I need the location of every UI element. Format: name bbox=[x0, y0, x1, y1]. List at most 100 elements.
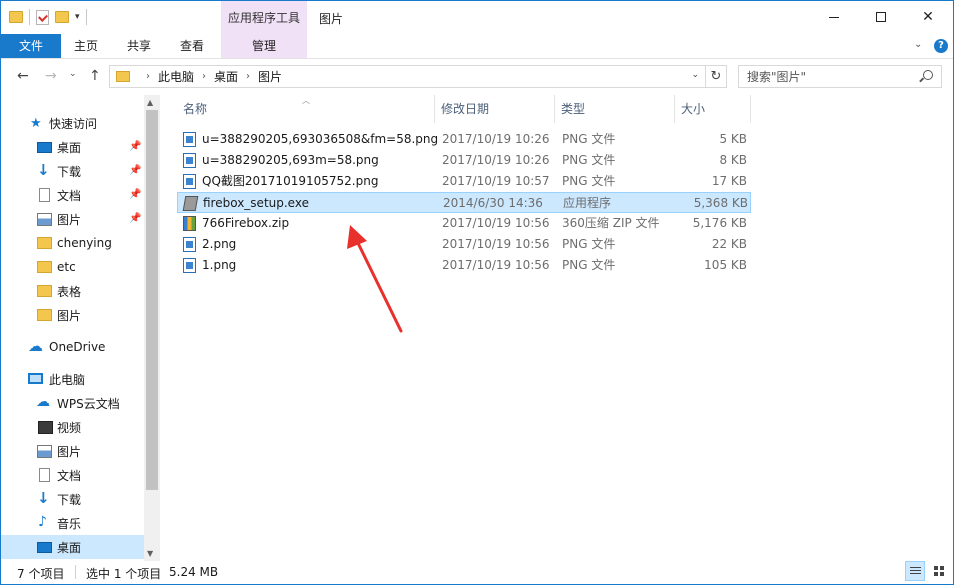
breadcrumb-pictures[interactable]: 图片 bbox=[258, 68, 282, 85]
file-size: 5,176 KB bbox=[692, 216, 747, 230]
table-row[interactable]: u=388290205,693036508&fm=58.png 2017/10/… bbox=[177, 129, 751, 150]
expand-ribbon-icon[interactable]: ⌄ bbox=[914, 39, 922, 50]
sidebar-item-pictures-pinned[interactable]: 图片 📌 bbox=[1, 207, 144, 231]
sidebar-item-music[interactable]: ♪ 音乐 bbox=[1, 511, 144, 535]
up-arrow-icon[interactable]: ↑ bbox=[89, 68, 101, 84]
sidebar-item-label: 下载 bbox=[57, 492, 82, 507]
folder-icon bbox=[37, 237, 52, 249]
music-icon: ♪ bbox=[38, 514, 47, 530]
breadcrumb-chevron-icon[interactable]: › bbox=[202, 71, 206, 82]
recent-locations-icon[interactable]: ⌄ bbox=[69, 69, 77, 79]
table-row[interactable]: 1.png 2017/10/19 10:56 PNG 文件 105 KB bbox=[177, 255, 751, 276]
sidebar-item-pictures[interactable]: 图片 bbox=[1, 439, 144, 463]
pin-icon[interactable]: 📌 bbox=[129, 213, 141, 224]
sidebar-item-this-pc[interactable]: 此电脑 bbox=[1, 367, 144, 391]
tab-file[interactable]: 文件 bbox=[1, 34, 61, 58]
folder-icon bbox=[116, 71, 130, 82]
sidebar-item-label: 桌面 bbox=[57, 540, 82, 555]
sidebar-item-label: etc bbox=[57, 260, 76, 274]
new-folder-icon[interactable] bbox=[55, 11, 69, 23]
column-header-date[interactable]: 修改日期 bbox=[435, 95, 555, 123]
scroll-down-icon[interactable]: ▼ bbox=[147, 549, 153, 558]
refresh-button[interactable]: ↻ bbox=[706, 65, 727, 88]
download-icon: ↓ bbox=[37, 489, 50, 507]
sidebar-item-spreadsheets[interactable]: 表格 bbox=[1, 279, 144, 303]
sidebar-item-desktop-pinned[interactable]: 桌面 📌 bbox=[1, 135, 144, 159]
pin-icon[interactable]: 📌 bbox=[129, 141, 141, 152]
sidebar-item-documents[interactable]: 文档 bbox=[1, 463, 144, 487]
sidebar-item-label: 音乐 bbox=[57, 516, 82, 531]
table-row[interactable]: 2.png 2017/10/19 10:56 PNG 文件 22 KB bbox=[177, 234, 751, 255]
sidebar-item-label: WPS云文档 bbox=[57, 396, 120, 411]
tab-share[interactable]: 共享 bbox=[113, 34, 165, 58]
search-input[interactable] bbox=[747, 66, 917, 87]
sidebar-item-downloads[interactable]: ↓ 下载 bbox=[1, 487, 144, 511]
breadcrumb-chevron-icon[interactable]: › bbox=[146, 71, 150, 82]
quick-access-toolbar: ▾ bbox=[9, 9, 87, 25]
title-bar: ▾ 应用程序工具 图片 ✕ bbox=[1, 1, 953, 34]
folder-icon[interactable] bbox=[9, 11, 23, 23]
forward-arrow-icon[interactable]: → bbox=[45, 68, 57, 84]
scrollbar-thumb[interactable] bbox=[146, 110, 158, 490]
pictures-icon bbox=[37, 213, 52, 226]
status-divider bbox=[75, 565, 76, 579]
sidebar-item-desktop[interactable]: 桌面 bbox=[1, 535, 144, 559]
table-row[interactable]: 766Firebox.zip 2017/10/19 10:56 360压缩 ZI… bbox=[177, 213, 751, 234]
breadcrumb-chevron-icon[interactable]: › bbox=[246, 71, 250, 82]
scroll-up-icon[interactable]: ▲ bbox=[147, 98, 153, 107]
file-size: 22 KB bbox=[711, 237, 747, 251]
file-type: 360压缩 ZIP 文件 bbox=[562, 216, 660, 230]
sidebar-item-etc[interactable]: etc bbox=[1, 255, 144, 279]
tab-home[interactable]: 主页 bbox=[61, 34, 111, 58]
minimize-button[interactable] bbox=[811, 1, 857, 33]
desktop-icon bbox=[37, 542, 52, 553]
pictures-icon bbox=[37, 445, 52, 458]
sidebar-item-onedrive[interactable]: ☁ OneDrive bbox=[1, 335, 144, 359]
sidebar-item-quick-access[interactable]: ★ 快速访问 bbox=[1, 111, 144, 135]
sidebar-item-label: OneDrive bbox=[49, 340, 106, 354]
customize-toolbar-icon[interactable]: ▾ bbox=[75, 12, 80, 22]
breadcrumb-desktop[interactable]: 桌面 bbox=[214, 68, 238, 85]
toolbar-divider bbox=[29, 9, 30, 25]
address-bar[interactable]: › 此电脑 › 桌面 › 图片 ⌄ bbox=[109, 65, 706, 88]
table-row-selected[interactable]: firebox_setup.exe 2014/6/30 14:36 应用程序 5… bbox=[177, 192, 751, 213]
sidebar-item-videos[interactable]: 视频 bbox=[1, 415, 144, 439]
ribbon-tabs: 文件 主页 共享 查看 管理 ⌄ ? bbox=[1, 34, 953, 59]
maximize-button[interactable] bbox=[858, 1, 904, 33]
file-date: 2017/10/19 10:26 bbox=[442, 132, 550, 146]
file-date: 2017/10/19 10:56 bbox=[442, 237, 550, 251]
details-view-icon[interactable] bbox=[905, 561, 925, 581]
table-row[interactable]: u=388290205,693m=58.png 2017/10/19 10:26… bbox=[177, 150, 751, 171]
table-row[interactable]: QQ截图20171019105752.png 2017/10/19 10:57 … bbox=[177, 171, 751, 192]
tab-manage[interactable]: 管理 bbox=[221, 34, 307, 58]
column-header-type[interactable]: 类型 bbox=[555, 95, 675, 123]
address-dropdown-icon[interactable]: ⌄ bbox=[691, 70, 699, 80]
sidebar-item-downloads-pinned[interactable]: ↓ 下载 📌 bbox=[1, 159, 144, 183]
column-header-size[interactable]: 大小 bbox=[675, 95, 751, 123]
document-icon bbox=[39, 468, 50, 482]
properties-icon[interactable] bbox=[36, 9, 49, 25]
close-button[interactable]: ✕ bbox=[905, 1, 951, 33]
sidebar-item-documents-pinned[interactable]: 文档 📌 bbox=[1, 183, 144, 207]
back-arrow-icon[interactable]: ← bbox=[17, 68, 29, 84]
search-icon[interactable] bbox=[923, 70, 933, 80]
sidebar-item-label: 文档 bbox=[57, 468, 82, 483]
file-size: 5 KB bbox=[719, 132, 747, 146]
breadcrumb-this-pc[interactable]: 此电脑 bbox=[158, 68, 194, 85]
column-header-name[interactable]: 名称 bbox=[177, 95, 435, 123]
file-size: 5,368 KB bbox=[693, 196, 748, 210]
sidebar-item-wps-cloud[interactable]: ☁ WPS云文档 bbox=[1, 391, 144, 415]
large-icons-view-icon[interactable] bbox=[929, 561, 949, 581]
tab-view[interactable]: 查看 bbox=[167, 34, 217, 58]
sidebar-item-chenying[interactable]: chenying bbox=[1, 231, 144, 255]
folder-icon bbox=[37, 261, 52, 273]
pin-icon[interactable]: 📌 bbox=[129, 189, 141, 200]
pin-icon[interactable]: 📌 bbox=[129, 165, 141, 176]
help-icon[interactable]: ? bbox=[934, 39, 948, 53]
sidebar-item-pictures-folder[interactable]: 图片 bbox=[1, 303, 144, 327]
png-file-icon bbox=[183, 237, 196, 252]
sidebar-scrollbar[interactable]: ▲ ▼ bbox=[144, 95, 160, 561]
png-file-icon bbox=[183, 258, 196, 273]
search-box[interactable] bbox=[738, 65, 942, 88]
sidebar-item-label: 图片 bbox=[57, 444, 82, 459]
